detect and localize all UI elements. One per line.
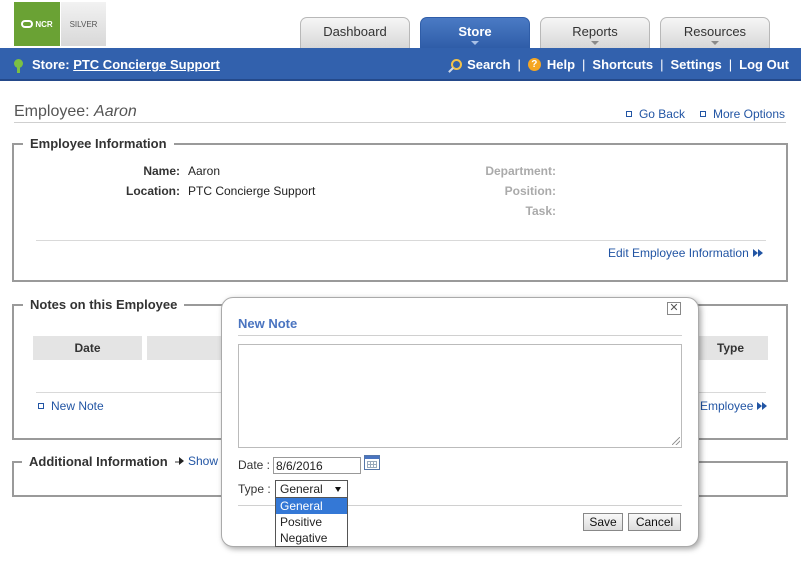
dialog-title: New Note	[238, 316, 298, 331]
show-label: Show	[188, 454, 219, 468]
department-label: Department:	[485, 164, 556, 178]
type-option-positive[interactable]: Positive	[276, 514, 347, 530]
ncr-logo: NCR	[14, 2, 60, 46]
help-link[interactable]: ? Help	[527, 57, 576, 72]
name-label: Name:	[143, 164, 180, 178]
search-link-label: Search	[467, 57, 511, 72]
section-legend: Employee Information	[23, 136, 174, 151]
type-label: Type :	[238, 482, 271, 496]
new-note-label: New Note	[51, 399, 104, 413]
nav-separator: |	[660, 57, 664, 72]
name-value: Aaron	[188, 164, 221, 178]
tab-dashboard[interactable]: Dashboard	[300, 17, 410, 48]
square-bullet-icon	[625, 111, 632, 117]
close-icon[interactable]: ✕	[667, 302, 681, 315]
square-bullet-icon	[699, 111, 706, 117]
tab-store[interactable]: Store	[420, 17, 530, 48]
page-title: Employee: Aaron	[14, 103, 137, 121]
triangle-right-icon	[179, 457, 184, 465]
type-option-general[interactable]: General	[276, 498, 347, 514]
tab-reports-label: Reports	[572, 24, 618, 39]
tab-resources[interactable]: Resources	[660, 17, 770, 48]
double-arrow-right-icon	[752, 249, 763, 257]
type-option-negative[interactable]: Negative	[276, 530, 347, 546]
location-value: PTC Concierge Support	[188, 184, 316, 198]
type-select[interactable]: General	[275, 480, 348, 498]
store-name-link[interactable]: PTC Concierge Support	[73, 57, 220, 72]
dialog-divider	[238, 335, 682, 336]
ncr-logo-text: NCR	[35, 19, 53, 29]
show-additional-link[interactable]: Show	[179, 454, 223, 468]
store-navbar: Store: PTC Concierge Support Search | ? H…	[0, 48, 801, 81]
page-title-prefix: Employee:	[14, 103, 90, 120]
employee-info-section: Employee Information Name: Aaron Locatio…	[12, 136, 788, 282]
type-select-value: General	[280, 482, 323, 496]
resize-grip-icon[interactable]	[672, 437, 680, 445]
map-pin-icon	[14, 59, 23, 73]
chevron-down-icon	[471, 41, 479, 45]
settings-link[interactable]: Settings	[670, 57, 721, 72]
more-options-link[interactable]: More Options	[699, 107, 785, 121]
logout-link[interactable]: Log Out	[739, 57, 789, 72]
employee-link[interactable]: Employee	[700, 399, 768, 413]
date-input[interactable]	[273, 457, 361, 474]
search-icon	[451, 59, 463, 70]
more-options-label: More Options	[712, 107, 785, 121]
top-header: NCR SILVER Dashboard Store Reports Resou…	[0, 0, 801, 48]
type-dropdown-list: General Positive Negative	[275, 497, 348, 547]
go-back-link[interactable]: Go Back	[625, 107, 685, 121]
page-title-employee: Aaron	[94, 103, 137, 120]
tab-resources-label: Resources	[683, 24, 747, 39]
date-label: Date :	[238, 458, 271, 472]
cancel-button[interactable]: Cancel	[628, 513, 681, 531]
tab-reports[interactable]: Reports	[540, 17, 650, 48]
silver-logo: SILVER	[61, 2, 106, 46]
search-link[interactable]: Search	[451, 57, 510, 72]
employee-link-label: Employee	[700, 399, 754, 413]
column-header-blank	[147, 336, 227, 360]
nav-separator: |	[582, 57, 586, 72]
title-divider	[14, 122, 786, 123]
edit-employee-label: Edit Employee Information	[608, 246, 749, 260]
chevron-down-icon	[591, 41, 599, 45]
store-prefix: Store:	[32, 57, 70, 72]
position-label: Position:	[504, 184, 556, 198]
nav-separator: |	[728, 57, 733, 72]
dropdown-arrow-icon	[335, 487, 341, 492]
edit-employee-link[interactable]: Edit Employee Information	[608, 246, 763, 260]
nav-separator: |	[517, 57, 521, 72]
go-back-label: Go Back	[638, 107, 685, 121]
section-divider	[36, 240, 766, 241]
help-icon: ?	[527, 58, 541, 71]
store-label: Store: PTC Concierge Support	[32, 57, 220, 72]
task-label: Task:	[525, 204, 556, 218]
location-label: Location:	[126, 184, 180, 198]
shortcuts-link[interactable]: Shortcuts	[592, 57, 653, 72]
calendar-icon[interactable]	[364, 455, 380, 470]
help-link-label: Help	[546, 57, 576, 72]
new-note-dialog: ✕ New Note Date : Type : General General…	[221, 297, 699, 547]
save-button[interactable]: Save	[583, 513, 623, 531]
note-textarea[interactable]	[238, 344, 682, 448]
nav-links: Search | ? Help | Shortcuts | Settings | …	[451, 57, 789, 72]
chevron-down-icon	[711, 41, 719, 45]
new-note-link[interactable]: New Note	[38, 399, 104, 413]
section-legend: Additional Information	[22, 454, 175, 469]
column-header-date[interactable]: Date	[33, 336, 142, 360]
tab-dashboard-label: Dashboard	[323, 24, 387, 39]
square-bullet-icon	[38, 403, 44, 409]
section-legend: Notes on this Employee	[23, 297, 185, 312]
page-actions: Go Back More Options	[611, 107, 785, 121]
double-arrow-right-icon	[757, 402, 768, 410]
column-header-type[interactable]: Type	[693, 336, 768, 360]
tab-store-label: Store	[458, 24, 492, 39]
